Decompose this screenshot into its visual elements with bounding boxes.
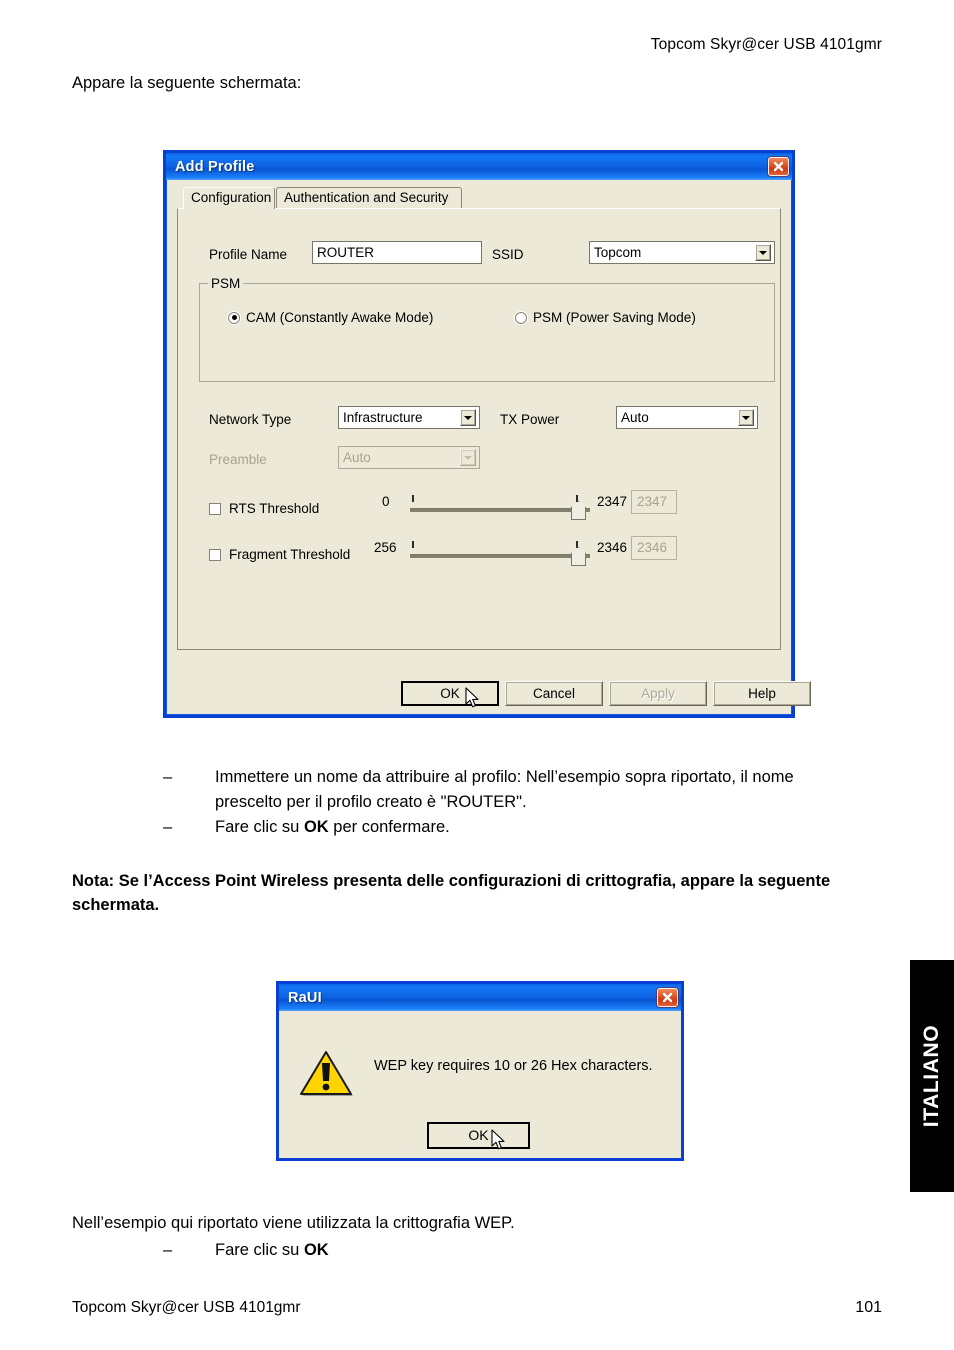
rts-slider-track	[410, 508, 590, 512]
add-profile-title: Add Profile	[175, 158, 255, 175]
bullet-dash: –	[163, 1241, 173, 1259]
apply-button: Apply	[609, 681, 707, 706]
warning-icon	[300, 1051, 353, 1096]
close-icon[interactable]	[768, 157, 789, 176]
rts-slider-tick-right	[576, 495, 578, 502]
language-side-tab-label: ITALIANO	[920, 1024, 943, 1128]
radio-cam[interactable]: CAM (Constantly Awake Mode)	[228, 310, 433, 325]
raui-title: RaUI	[288, 989, 322, 1006]
rts-threshold-max: 2347	[597, 494, 628, 509]
add-profile-dialog: Add Profile Configuration Authentication…	[163, 150, 811, 718]
rts-threshold-checkbox[interactable]: RTS Threshold	[209, 501, 319, 516]
closing-bullet-text: Fare clic su OK	[215, 1241, 329, 1260]
ok-button[interactable]: OK	[401, 681, 499, 706]
fragment-slider-track	[410, 554, 590, 558]
bullet-text-before: Fare clic su	[215, 818, 304, 836]
fragment-threshold-label: Fragment Threshold	[229, 547, 351, 562]
tab-authentication-and-security-label: Authentication and Security	[284, 190, 449, 205]
instruction-list: – Immettere un nome da attribuire al pro…	[163, 765, 863, 840]
help-button[interactable]: Help	[713, 681, 811, 706]
language-side-tab: ITALIANO	[910, 960, 954, 1192]
closing-bold-ok: OK	[303, 1241, 329, 1259]
bullet-dash: –	[163, 768, 173, 786]
rts-threshold-checkbox-box	[209, 502, 221, 515]
preamble-value: Auto	[343, 450, 371, 465]
radio-cam-dot	[228, 311, 240, 324]
fragment-threshold-checkbox[interactable]: Fragment Threshold	[209, 547, 350, 562]
raui-dialog: RaUI WEP key requires 10 or 26 Hex chara…	[276, 981, 684, 1161]
radio-psm-label: PSM (Power Saving Mode)	[533, 310, 696, 325]
bullet-text: Immettere un nome da attribuire al profi…	[215, 768, 794, 811]
bullet-text: Fare clic su OK per confermare.	[215, 815, 863, 840]
page-number: 101	[855, 1299, 882, 1316]
ssid-value: Topcom	[594, 245, 642, 260]
footer-title: Topcom Skyr@cer USB 4101gmr	[72, 1299, 301, 1316]
bullet-dash: –	[163, 818, 173, 836]
tab-configuration-label: Configuration	[191, 190, 272, 205]
configuration-panel: Profile Name ROUTER SSID Topcom PSM CAM …	[177, 208, 781, 650]
closing-text-before: Fare clic su	[215, 1241, 304, 1259]
chevron-down-icon[interactable]	[460, 409, 476, 426]
fragment-slider-thumb[interactable]	[571, 547, 586, 566]
bullet-bold-ok: OK	[303, 818, 329, 836]
close-icon[interactable]	[657, 988, 678, 1007]
bullet-text-after: per confermare.	[328, 818, 450, 836]
tx-power-label: TX Power	[500, 412, 560, 427]
network-type-label: Network Type	[209, 412, 292, 427]
tabstrip: Configuration Authentication and Securit…	[177, 187, 786, 209]
fragment-slider-tick-left	[412, 541, 414, 548]
intro-text: Appare la seguente schermata:	[72, 74, 302, 92]
raui-body: WEP key requires 10 or 26 Hex characters…	[279, 1011, 681, 1158]
chevron-down-icon	[460, 449, 476, 466]
preamble-label: Preamble	[209, 452, 267, 467]
preamble-combobox: Auto	[338, 446, 480, 469]
list-item: – Fare clic su OK per confermare.	[163, 815, 863, 840]
note-paragraph: Nota: Se l’Access Point Wireless present…	[72, 872, 831, 914]
fragment-threshold-slider[interactable]	[410, 539, 590, 566]
chevron-down-icon[interactable]	[755, 244, 771, 261]
chevron-down-icon[interactable]	[738, 409, 754, 426]
rts-threshold-label: RTS Threshold	[229, 501, 320, 516]
ssid-combobox[interactable]: Topcom	[589, 241, 775, 264]
closing-list-item: – Fare clic su OK	[163, 1241, 329, 1260]
raui-titlebar: RaUI	[279, 984, 681, 1011]
rts-slider-tick-left	[412, 495, 414, 502]
fragment-threshold-min: 256	[374, 540, 397, 555]
tx-power-value: Auto	[621, 410, 649, 425]
add-profile-body: Configuration Authentication and Securit…	[166, 180, 811, 715]
list-item: – Immettere un nome da attribuire al pro…	[163, 765, 863, 815]
fragment-threshold-checkbox-box	[209, 548, 221, 561]
profile-name-input[interactable]: ROUTER	[312, 241, 482, 264]
ssid-label: SSID	[492, 247, 524, 262]
radio-cam-label: CAM (Constantly Awake Mode)	[246, 310, 434, 325]
rts-threshold-value: 2347	[631, 490, 677, 514]
manual-page: Topcom Skyr@cer USB 4101gmr Appare la se…	[0, 0, 954, 1350]
running-header: Topcom Skyr@cer USB 4101gmr	[650, 36, 882, 53]
radio-psm[interactable]: PSM (Power Saving Mode)	[515, 310, 696, 325]
tab-configuration[interactable]: Configuration	[183, 187, 275, 209]
cancel-button[interactable]: Cancel	[505, 681, 603, 706]
radio-psm-dot	[515, 311, 527, 324]
psm-legend: PSM	[208, 276, 244, 291]
network-type-combobox[interactable]: Infrastructure	[338, 406, 480, 429]
rts-threshold-slider[interactable]	[410, 493, 590, 520]
raui-message: WEP key requires 10 or 26 Hex characters…	[374, 1058, 653, 1074]
raui-ok-button[interactable]: OK	[427, 1122, 530, 1149]
closing-text: Nell’esempio qui riportato viene utilizz…	[72, 1214, 515, 1232]
fragment-slider-tick-right	[576, 541, 578, 548]
tab-authentication-and-security[interactable]: Authentication and Security	[276, 187, 462, 209]
dialog-buttons: OK Cancel Apply Help	[166, 681, 811, 708]
add-profile-titlebar: Add Profile	[166, 153, 792, 180]
tx-power-combobox[interactable]: Auto	[616, 406, 758, 429]
fragment-threshold-value: 2346	[631, 536, 677, 560]
rts-threshold-min: 0	[382, 494, 390, 509]
rts-slider-thumb[interactable]	[571, 501, 586, 520]
psm-groupbox	[199, 283, 775, 382]
profile-name-label: Profile Name	[209, 247, 288, 262]
network-type-value: Infrastructure	[343, 410, 423, 425]
fragment-threshold-max: 2346	[597, 540, 628, 555]
